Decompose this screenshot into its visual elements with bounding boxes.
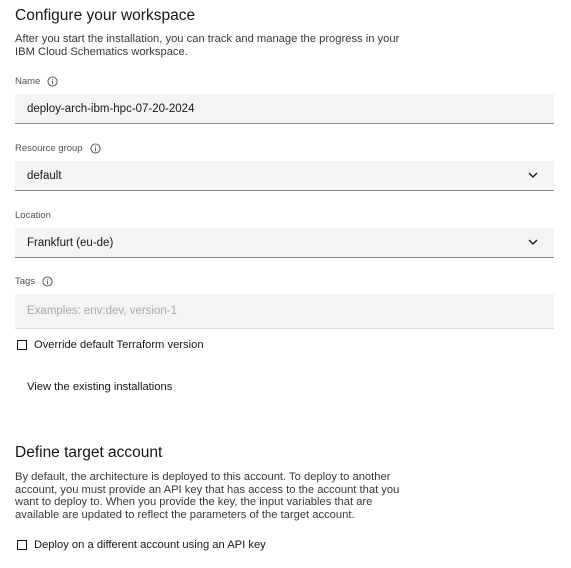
override-terraform-checkbox[interactable] bbox=[17, 340, 27, 350]
api-key-checkbox[interactable] bbox=[17, 540, 27, 550]
target-account-heading: Define target account bbox=[15, 444, 163, 461]
resource-group-select[interactable]: default bbox=[15, 161, 554, 191]
tags-label: Tags bbox=[15, 276, 36, 287]
tags-placeholder: Examples: env:dev, version-1 bbox=[27, 305, 177, 317]
info-icon[interactable] bbox=[90, 143, 101, 154]
target-description-line: want to deploy to. When you provide the … bbox=[15, 496, 373, 508]
name-label-row: Name bbox=[15, 76, 58, 87]
workspace-heading: Configure your workspace bbox=[15, 7, 196, 24]
view-existing-installations-link[interactable]: View the existing installations bbox=[27, 381, 172, 393]
info-icon[interactable] bbox=[42, 276, 53, 287]
workspace-description-line1: After you start the installation, you ca… bbox=[15, 33, 400, 45]
override-terraform-label: Override default Terraform version bbox=[34, 339, 204, 351]
override-terraform-checkbox-row[interactable]: Override default Terraform version bbox=[17, 339, 204, 351]
location-select[interactable]: Frankfurt (eu-de) bbox=[15, 228, 554, 258]
resource-group-value: default bbox=[27, 169, 62, 182]
location-label-row: Location bbox=[15, 210, 51, 221]
resource-group-label-row: Resource group bbox=[15, 143, 101, 154]
target-description-line: available are updated to reflect the par… bbox=[15, 508, 355, 521]
tags-input[interactable]: Examples: env:dev, version-1 bbox=[15, 294, 554, 329]
name-input-value: deploy-arch-ibm-hpc-07-20-2024 bbox=[27, 102, 195, 115]
chevron-down-icon bbox=[528, 239, 538, 245]
workspace-description-line2: IBM Cloud Schematics workspace. bbox=[15, 45, 188, 58]
location-value: Frankfurt (eu-de) bbox=[27, 236, 114, 249]
location-label: Location bbox=[15, 210, 51, 221]
chevron-down-icon bbox=[528, 172, 538, 178]
name-label: Name bbox=[15, 76, 41, 87]
target-description-line: By default, the architecture is deployed… bbox=[15, 471, 391, 483]
target-account-description: By default, the architecture is deployed… bbox=[15, 471, 399, 521]
name-input[interactable]: deploy-arch-ibm-hpc-07-20-2024 bbox=[15, 94, 554, 124]
workspace-description: After you start the installation, you ca… bbox=[15, 33, 399, 58]
api-key-checkbox-row[interactable]: Deploy on a different account using an A… bbox=[17, 539, 266, 551]
target-description-line: account, you must provide an API key tha… bbox=[15, 483, 400, 496]
resource-group-label: Resource group bbox=[15, 143, 83, 154]
info-icon[interactable] bbox=[47, 76, 58, 87]
tags-label-row: Tags bbox=[15, 276, 53, 287]
api-key-checkbox-label: Deploy on a different account using an A… bbox=[34, 539, 266, 551]
